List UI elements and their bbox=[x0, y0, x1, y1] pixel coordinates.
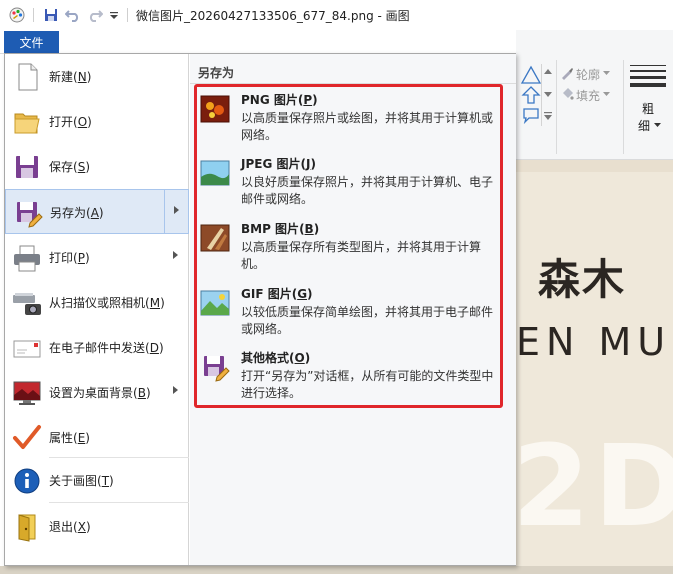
menu-item-email[interactable]: 在电子邮件中发送(D) bbox=[5, 325, 189, 370]
save-as-header: 另存为 bbox=[198, 66, 235, 80]
file-menu: 新建(N) 打开(O) 保存(S) 另存为(A) 打印(P) 从扫描仪或照相机(… bbox=[4, 53, 516, 566]
menu-divider bbox=[49, 502, 189, 503]
separator bbox=[623, 60, 624, 154]
shapes-scroll[interactable] bbox=[541, 64, 553, 126]
submenu-arrow-icon[interactable] bbox=[173, 251, 178, 259]
arrow-up-shape-icon[interactable] bbox=[520, 84, 542, 106]
customize-quick-access-icon[interactable] bbox=[108, 5, 120, 25]
save-as-panel: 另存为 PNG 图片(P) 以高质量保存照片或绘图，并将其用于计算机或网络。 J… bbox=[190, 54, 516, 565]
save-disk-icon bbox=[16, 156, 38, 178]
canvas-text-latin: EN MU bbox=[516, 320, 672, 364]
file-tab[interactable]: 文件 bbox=[4, 31, 59, 53]
file-menu-commands: 新建(N) 打开(O) 保存(S) 另存为(A) 打印(P) 从扫描仪或照相机(… bbox=[5, 54, 189, 565]
menu-label: 打印 bbox=[49, 251, 74, 265]
menu-label: 打开 bbox=[49, 115, 74, 129]
submenu-arrow-icon[interactable] bbox=[174, 206, 179, 214]
menu-item-save[interactable]: 保存(S) bbox=[5, 144, 189, 189]
menu-label: 新建 bbox=[49, 70, 74, 84]
menu-label: 设置为桌面背景 bbox=[49, 386, 134, 400]
info-icon bbox=[14, 468, 40, 494]
window-title: 微信图片_20260427133506_677_84.png - 画图 bbox=[136, 9, 410, 23]
split-divider bbox=[164, 190, 165, 233]
email-icon bbox=[13, 340, 41, 358]
undo-icon[interactable] bbox=[64, 5, 82, 25]
outline-brush-icon[interactable] bbox=[560, 66, 574, 80]
canvas-image: 森木 EN MU 2DE bbox=[516, 160, 673, 574]
menu-label: 另存为 bbox=[50, 206, 87, 220]
separator bbox=[33, 8, 34, 22]
submenu-arrow-icon[interactable] bbox=[173, 386, 178, 394]
menu-label: 从扫描仪或照相机 bbox=[49, 296, 146, 310]
size-label-2: 细 bbox=[638, 119, 651, 133]
highlight-annotation bbox=[194, 84, 503, 408]
menu-item-new[interactable]: 新建(N) bbox=[5, 54, 189, 99]
ribbon-panel: 轮廓 填充 粗 细 bbox=[516, 30, 673, 160]
desktop-background-icon bbox=[13, 381, 41, 405]
menu-item-properties[interactable]: 属性(E) bbox=[5, 415, 189, 460]
callout-shape-icon[interactable] bbox=[520, 104, 542, 126]
quick-save-icon[interactable] bbox=[42, 5, 60, 25]
canvas-text-large: 2DE bbox=[516, 422, 673, 552]
menu-item-exit[interactable]: 退出(X) bbox=[5, 504, 189, 549]
printer-icon bbox=[14, 245, 40, 272]
open-folder-icon bbox=[14, 113, 40, 134]
redo-icon[interactable] bbox=[86, 5, 104, 25]
canvas-text-chinese: 森木 bbox=[538, 255, 627, 304]
save-as-icon bbox=[17, 202, 43, 228]
exit-door-icon bbox=[18, 514, 36, 542]
scanner-camera-icon bbox=[13, 293, 41, 315]
fill-bucket-icon[interactable] bbox=[560, 87, 574, 101]
canvas-bottom-strip bbox=[0, 566, 673, 574]
menu-item-set-wallpaper[interactable]: 设置为桌面背景(B) bbox=[5, 370, 189, 415]
separator bbox=[127, 8, 128, 22]
menu-label: 关于画图 bbox=[49, 474, 98, 488]
triangle-shape-icon[interactable] bbox=[520, 64, 542, 86]
menu-label: 在电子邮件中发送 bbox=[49, 341, 146, 355]
menu-label: 属性 bbox=[49, 431, 74, 445]
menu-label: 保存 bbox=[49, 160, 74, 174]
size-button[interactable] bbox=[630, 65, 666, 87]
new-file-icon bbox=[18, 63, 38, 91]
checkmark-icon bbox=[13, 425, 41, 449]
outline-label[interactable]: 轮廓 bbox=[576, 66, 600, 83]
fill-label[interactable]: 填充 bbox=[576, 87, 600, 104]
paint-app-icon[interactable] bbox=[8, 6, 26, 24]
size-label-1: 粗 bbox=[642, 102, 655, 116]
separator bbox=[556, 60, 557, 154]
menu-item-save-as[interactable]: 另存为(A) bbox=[5, 189, 189, 234]
menu-item-open[interactable]: 打开(O) bbox=[5, 99, 189, 144]
menu-item-about[interactable]: 关于画图(T) bbox=[5, 458, 189, 503]
menu-item-scanner[interactable]: 从扫描仪或照相机(M) bbox=[5, 280, 189, 325]
menu-item-print[interactable]: 打印(P) bbox=[5, 235, 189, 280]
menu-label: 退出 bbox=[49, 520, 74, 534]
title-bar: 微信图片_20260427133506_677_84.png - 画图 bbox=[0, 0, 673, 30]
